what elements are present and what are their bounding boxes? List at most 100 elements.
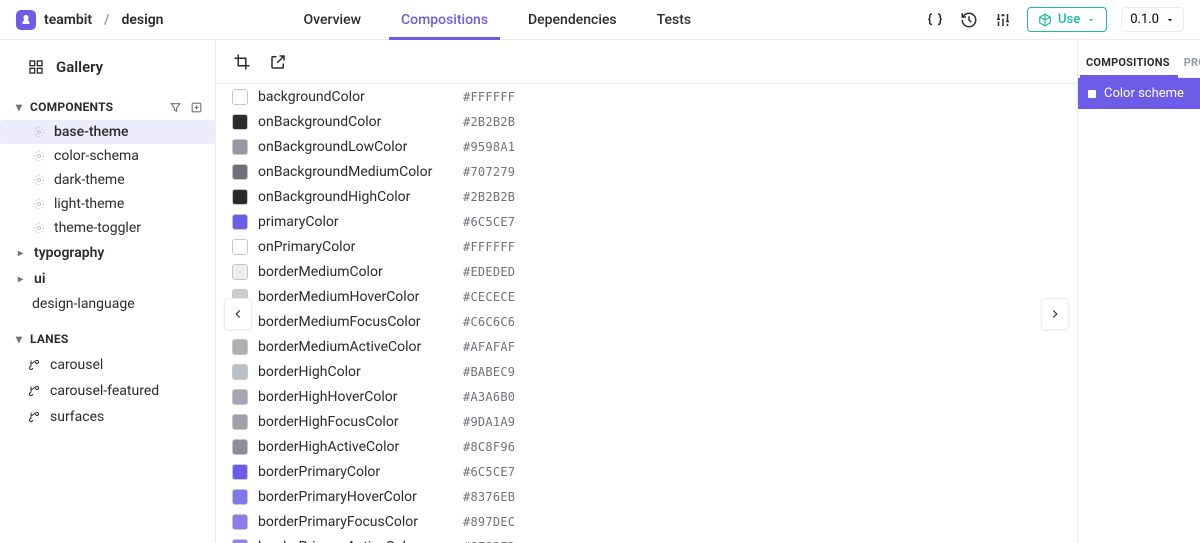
main-panel: backgroundColor#FFFFFF onBackgroundColor #… xyxy=(216,40,1078,543)
component-dot-icon xyxy=(32,221,46,235)
use-button-label: Use xyxy=(1058,12,1080,27)
color-swatch xyxy=(232,489,248,505)
chevron-right-icon: ▸ xyxy=(18,274,28,285)
filter-icon[interactable] xyxy=(169,101,182,114)
color-row: borderPrimaryFocusColor#897DEC xyxy=(232,509,1061,534)
canvas-toolbar xyxy=(216,40,1077,84)
color-row: borderHighHoverColor#A3A6B0 xyxy=(232,384,1061,409)
composition-item-color-scheme[interactable]: Color scheme xyxy=(1078,78,1200,109)
item-label: light-theme xyxy=(54,196,124,212)
sidebar-group-typography[interactable]: ▸ typography xyxy=(0,240,215,266)
compositions-canvas: backgroundColor#FFFFFF onBackgroundColor #… xyxy=(216,84,1077,543)
rtab-compositions[interactable]: COMPOSITIONS xyxy=(1078,56,1176,77)
sidebar-section-components[interactable]: ▾ COMPONENTS xyxy=(0,94,215,120)
open-external-icon[interactable] xyxy=(268,52,288,72)
add-box-icon[interactable] xyxy=(190,101,203,114)
color-hex: #9598A1 xyxy=(463,140,515,154)
breadcrumb-scope: design xyxy=(121,12,163,28)
tab-compositions[interactable]: Compositions xyxy=(401,0,488,39)
topbar: teambit / design Overview Compositions D… xyxy=(0,0,1200,40)
settings-sliders-icon[interactable] xyxy=(993,10,1013,30)
color-row: onBackgroundLowColor#9598A1 xyxy=(232,134,1061,159)
color-row: borderHighActiveColor#8C8F96 xyxy=(232,434,1061,459)
color-hex: #C6C6C6 xyxy=(463,315,515,329)
color-name: onBackgroundMediumColor xyxy=(258,164,453,180)
lane-item-carousel[interactable]: carousel xyxy=(0,352,215,378)
version-selector[interactable]: 0.1.0 xyxy=(1121,7,1184,32)
tab-dependencies[interactable]: Dependencies xyxy=(528,0,617,39)
branch-icon xyxy=(28,385,40,397)
color-name: onBackgroundColor xyxy=(258,114,453,130)
prev-composition-button[interactable] xyxy=(224,298,252,330)
square-bullet-icon xyxy=(1088,90,1096,98)
color-hex: #6C5CE7 xyxy=(463,215,515,229)
color-row: borderMediumHoverColor#CECECE xyxy=(232,284,1061,309)
body: Gallery ▾ COMPONENTS base-theme color-sch… xyxy=(0,40,1200,543)
component-dot-icon xyxy=(32,197,46,211)
history-icon[interactable] xyxy=(959,10,979,30)
color-row: borderPrimaryColor#6C5CE7 xyxy=(232,459,1061,484)
item-label: color-schema xyxy=(54,148,139,164)
color-hex: #707279 xyxy=(463,165,515,179)
rtab-properties[interactable]: PROP xyxy=(1176,56,1200,77)
color-row: primaryColor #6C5CE7 xyxy=(232,209,1061,234)
color-hex: #FFFFFF xyxy=(463,240,515,254)
color-row: borderMediumFocusColor#C6C6C6 xyxy=(232,309,1061,334)
sidebar-group-ui[interactable]: ▸ ui xyxy=(0,266,215,292)
color-row: borderMediumColor#EDEDED xyxy=(232,259,1061,284)
color-swatch xyxy=(232,389,248,405)
main-tabs: Overview Compositions Dependencies Tests xyxy=(304,0,692,39)
sidebar-item-base-theme[interactable]: base-theme xyxy=(0,120,215,144)
sidebar-item-dark-theme[interactable]: dark-theme xyxy=(0,168,215,192)
color-row: backgroundColor#FFFFFF xyxy=(232,84,1061,109)
color-row: borderPrimaryActiveColor#8F83ED xyxy=(232,534,1061,543)
chevron-right-icon xyxy=(1048,307,1062,321)
group-label: ui xyxy=(34,271,45,287)
item-label: design-language xyxy=(32,296,135,312)
code-braces-icon[interactable] xyxy=(925,10,945,30)
next-composition-button[interactable] xyxy=(1041,298,1069,330)
right-panel-tabs: COMPOSITIONS PROP xyxy=(1078,40,1200,78)
sidebar-section-lanes[interactable]: ▾ LANES xyxy=(0,326,215,352)
color-name: borderPrimaryColor xyxy=(258,464,453,480)
color-name: onPrimaryColor xyxy=(258,239,453,255)
caret-down-icon xyxy=(1165,15,1175,25)
tab-overview[interactable]: Overview xyxy=(304,0,361,39)
version-label: 0.1.0 xyxy=(1130,12,1159,27)
sidebar-item-color-schema[interactable]: color-schema xyxy=(0,144,215,168)
topbar-actions: Use 0.1.0 xyxy=(925,7,1184,32)
sidebar-item-light-theme[interactable]: light-theme xyxy=(0,192,215,216)
color-swatch xyxy=(232,89,248,105)
composition-item-label: Color scheme xyxy=(1104,86,1184,101)
color-hex: #A3A6B0 xyxy=(463,390,515,404)
use-button[interactable]: Use xyxy=(1027,7,1107,32)
sidebar-item-theme-toggler[interactable]: theme-toggler xyxy=(0,216,215,240)
tab-tests[interactable]: Tests xyxy=(657,0,691,39)
color-swatch xyxy=(232,164,248,180)
color-name: primaryColor xyxy=(258,214,453,230)
gallery-label: Gallery xyxy=(56,58,103,76)
breadcrumb-separator: / xyxy=(104,12,109,28)
breadcrumb[interactable]: teambit / design xyxy=(16,10,164,30)
lane-item-carousel-featured[interactable]: carousel-featured xyxy=(0,378,215,404)
sidebar-item-design-language[interactable]: design-language xyxy=(0,292,215,316)
color-hex: #AFAFAF xyxy=(463,340,515,354)
color-swatch xyxy=(232,514,248,530)
chevron-down-icon: ▾ xyxy=(12,332,26,346)
color-swatch xyxy=(232,214,248,230)
group-label: typography xyxy=(34,245,104,261)
color-hex: #897DEC xyxy=(463,515,515,529)
color-swatch xyxy=(232,364,248,380)
color-swatch xyxy=(232,539,248,543)
color-hex: #EDEDED xyxy=(463,265,515,279)
color-row: onPrimaryColor #FFFFFF xyxy=(232,234,1061,259)
caret-down-icon xyxy=(1086,15,1096,25)
cube-icon xyxy=(1038,13,1052,27)
gallery-link[interactable]: Gallery xyxy=(0,48,215,94)
lane-item-surfaces[interactable]: surfaces xyxy=(0,404,215,430)
frame-crop-icon[interactable] xyxy=(232,52,252,72)
breadcrumb-org: teambit xyxy=(44,12,92,28)
branch-icon xyxy=(28,359,40,371)
chevron-down-icon: ▾ xyxy=(12,100,26,114)
sidebar: Gallery ▾ COMPONENTS base-theme color-sch… xyxy=(0,40,216,543)
